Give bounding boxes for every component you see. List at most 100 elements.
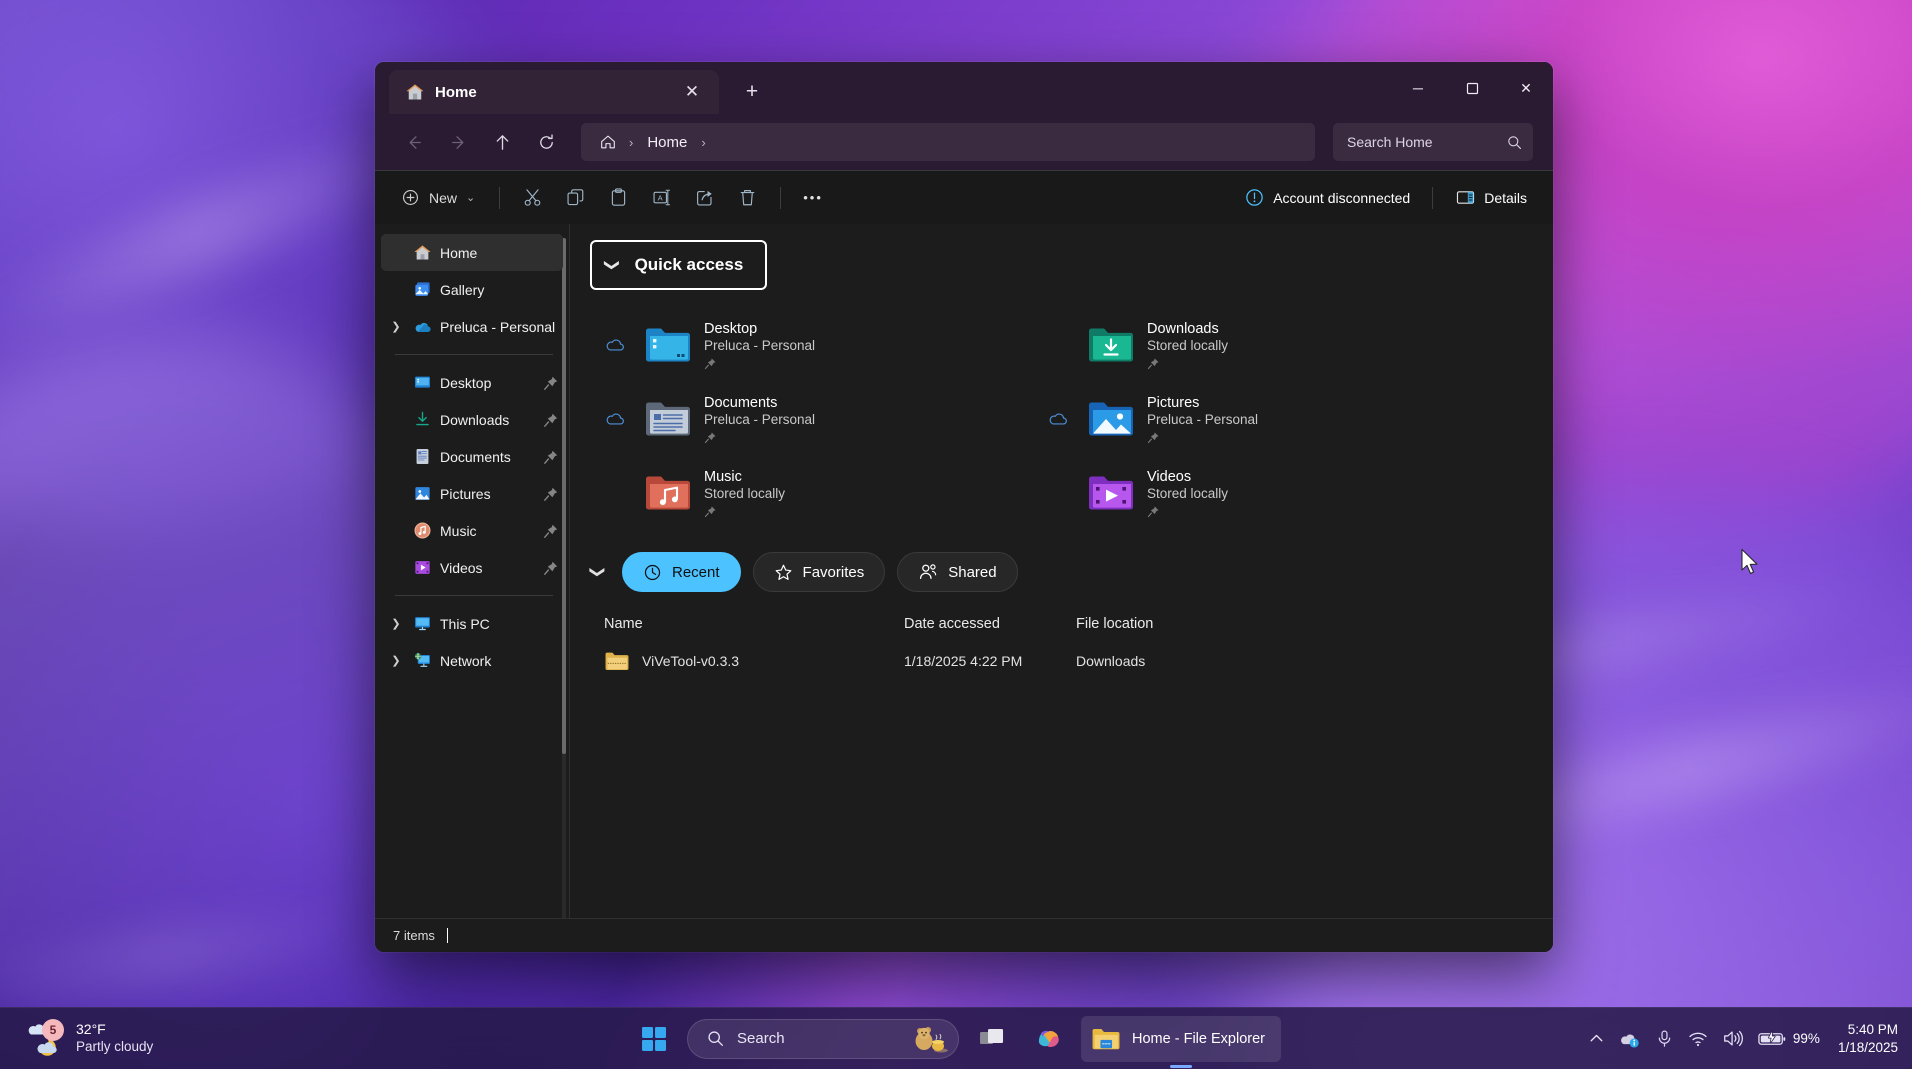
pin-icon[interactable] (543, 486, 559, 502)
refresh-button[interactable] (527, 125, 565, 159)
pin-icon[interactable] (543, 375, 559, 391)
sidebar-item-documents[interactable]: Documents (381, 438, 563, 475)
copilot-button[interactable] (1025, 1016, 1071, 1062)
pin-icon[interactable] (1147, 431, 1160, 444)
pin-icon[interactable] (543, 449, 559, 465)
tab-close-icon[interactable]: ✕ (677, 77, 707, 107)
column-header-name[interactable]: Name (604, 616, 904, 632)
task-view-button[interactable] (969, 1016, 1015, 1062)
chevron-right-icon[interactable]: ❯ (387, 654, 405, 667)
tab-label: Home (435, 83, 477, 101)
gallery-icon (415, 282, 430, 296)
sidebar-item-pictures[interactable]: Pictures (381, 475, 563, 512)
new-button[interactable]: New ⌄ (391, 179, 487, 217)
cut-button[interactable] (512, 179, 553, 217)
tile-meta: Desktop Preluca - Personal (704, 321, 815, 370)
filter-chip-favorites[interactable]: Favorites (752, 552, 886, 592)
sidebar-item-videos[interactable]: Videos (381, 549, 563, 586)
table-row[interactable]: ViVeTool-v0.3.3 1/18/2025 4:22 PM Downlo… (586, 650, 1553, 672)
filter-chip-shared[interactable]: Shared (897, 552, 1018, 592)
chevron-down-icon[interactable]: ❯ (603, 259, 621, 272)
new-tab-button[interactable]: + (737, 77, 767, 107)
breadcrumb-home-icon[interactable] (593, 133, 623, 151)
paste-button[interactable] (598, 179, 639, 217)
sidebar-item-label: Downloads (440, 411, 510, 428)
weather-icon: 5 (26, 1018, 66, 1058)
close-window-button[interactable]: ✕ (1499, 62, 1553, 114)
search-home-input[interactable]: Search Home (1333, 123, 1533, 161)
quick-access-tile-music[interactable]: Music Stored locally (586, 456, 1023, 530)
chevron-right-icon[interactable]: ❯ (387, 617, 405, 630)
pin-icon[interactable] (543, 560, 559, 576)
pin-icon[interactable] (1147, 357, 1160, 370)
sidebar-item-downloads[interactable]: Downloads (381, 401, 563, 438)
sidebar-item-home[interactable]: Home (381, 234, 563, 271)
sidebar-divider (395, 595, 553, 596)
back-button[interactable] (395, 125, 433, 159)
delete-button[interactable] (727, 179, 768, 217)
pin-icon[interactable] (1147, 505, 1160, 518)
pin-icon[interactable] (704, 431, 717, 444)
breadcrumb-separator[interactable]: › (699, 135, 707, 150)
sidebar-item-label: Music (440, 522, 477, 539)
pin-icon[interactable] (543, 523, 559, 539)
filter-chip-recent[interactable]: Recent (622, 552, 741, 592)
share-button[interactable] (684, 179, 725, 217)
column-header-date-accessed[interactable]: Date accessed (904, 616, 1076, 632)
volume-button[interactable] (1722, 1029, 1744, 1048)
pin-icon[interactable] (543, 412, 559, 428)
taskbar-search-box[interactable]: Search (687, 1018, 960, 1059)
plus-circle-icon (402, 189, 419, 206)
videos-icon (415, 561, 430, 574)
column-header-file-location[interactable]: File location (1076, 616, 1236, 632)
wifi-button[interactable] (1688, 1030, 1708, 1048)
chevron-down-icon[interactable]: ❯ (589, 560, 607, 584)
microphone-button[interactable] (1655, 1029, 1674, 1048)
chevron-right-icon[interactable]: ❯ (387, 320, 405, 333)
minimize-button[interactable]: ─ (1391, 62, 1445, 114)
sidebar-item-desktop[interactable]: Desktop (381, 364, 563, 401)
copy-button[interactable] (555, 179, 596, 217)
quick-access-tile-desktop[interactable]: Desktop Preluca - Personal (586, 308, 1023, 382)
maximize-button[interactable] (1445, 62, 1499, 114)
onedrive-tray-button[interactable] (1619, 1029, 1641, 1049)
documents-icon (416, 448, 429, 465)
sidebar-item-music[interactable]: Music (381, 512, 563, 549)
clock[interactable]: 5:40 PM 1/18/2025 (1838, 1021, 1898, 1056)
battery-button[interactable]: 99% (1758, 1030, 1820, 1048)
delete-icon (740, 190, 755, 206)
account-status-button[interactable]: Account disconnected (1234, 179, 1420, 217)
quick-access-tile-pictures[interactable]: Pictures Preluca - Personal (1029, 382, 1466, 456)
pictures-icon (415, 487, 430, 500)
up-button[interactable] (483, 125, 521, 159)
sidebar-item-network[interactable]: ❯ Network (381, 642, 563, 679)
address-bar[interactable]: › Home › (581, 123, 1315, 161)
weather-widget[interactable]: 5 32°F Partly cloudy (14, 1013, 165, 1065)
taskbar-item-file-explorer[interactable]: Home - File Explorer (1081, 1015, 1281, 1068)
downloads-icon (416, 411, 429, 426)
quick-access-tile-documents[interactable]: Documents Preluca - Personal (586, 382, 1023, 456)
arrow-up-icon (496, 134, 508, 150)
pin-icon[interactable] (704, 505, 717, 518)
sidebar-item-this-pc[interactable]: ❯ This PC (381, 605, 563, 642)
svg-text:A: A (658, 193, 664, 202)
sidebar-item-label: Videos (440, 559, 483, 576)
more-options-button[interactable]: ••• (793, 179, 833, 217)
tray-expand-button[interactable] (1588, 1030, 1605, 1047)
details-pane-button[interactable]: Details (1445, 179, 1537, 217)
tile-meta: Videos Stored locally (1147, 469, 1228, 518)
quick-access-header[interactable]: ❯ Quick access (590, 240, 768, 290)
pin-icon[interactable] (704, 357, 717, 370)
sidebar-item-gallery[interactable]: Gallery (381, 271, 563, 308)
quick-access-title: Quick access (634, 255, 744, 274)
quick-access-tile-videos[interactable]: Videos Stored locally (1029, 456, 1466, 530)
desktop: Home ✕ + ─ ✕ › Home › Search Home New ⌄ … (0, 0, 1912, 1069)
sidebar-item-onedrive[interactable]: ❯ Preluca - Personal (381, 308, 563, 345)
tab-home[interactable]: Home ✕ (389, 70, 719, 114)
quick-access-tile-downloads[interactable]: Downloads Stored locally (1029, 308, 1466, 382)
breadcrumb-home[interactable]: Home (639, 131, 695, 154)
forward-button[interactable] (439, 125, 477, 159)
documents-folder-icon (646, 402, 690, 436)
rename-button[interactable]: A (641, 179, 682, 217)
start-button[interactable] (631, 1016, 677, 1062)
